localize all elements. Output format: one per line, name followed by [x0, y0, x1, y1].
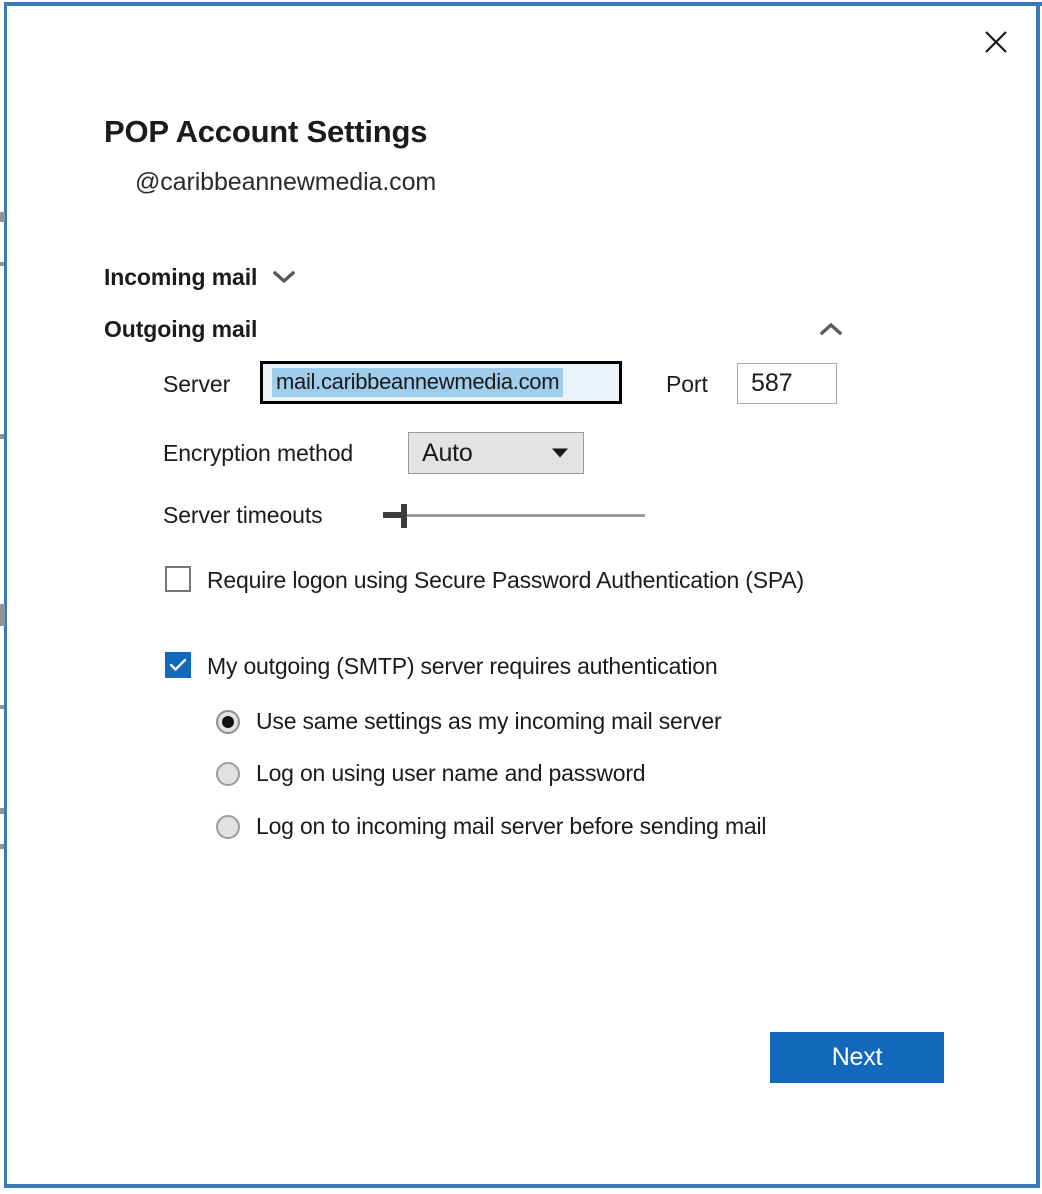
encryption-method-dropdown[interactable]: Auto	[408, 432, 584, 474]
section-header-incoming-mail[interactable]: Incoming mail	[104, 260, 844, 294]
radio-label-use-same-settings: Use same settings as my incoming mail se…	[256, 708, 722, 734]
port-input-value: 587	[751, 369, 793, 397]
radio-dot	[222, 715, 234, 728]
window-border-right	[1036, 2, 1040, 1188]
radio-log-on-user-password[interactable]: Log on using user name and password	[216, 760, 646, 787]
background-artifact	[0, 604, 5, 626]
close-icon[interactable]	[970, 18, 1022, 66]
chevron-up-icon[interactable]	[818, 316, 844, 342]
checkbox-smtp-requires-auth[interactable]: My outgoing (SMTP) server requires authe…	[165, 648, 865, 684]
port-input[interactable]: 587	[737, 363, 837, 404]
pop-account-settings-dialog: POP Account Settings @caribbeannewmedia.…	[0, 0, 1042, 1194]
radio-use-same-settings[interactable]: Use same settings as my incoming mail se…	[216, 708, 722, 735]
background-artifact	[0, 212, 5, 222]
radio-circle-unselected[interactable]	[216, 814, 240, 839]
radio-label-log-on-user-password: Log on using user name and password	[256, 760, 646, 786]
background-artifact	[0, 844, 4, 849]
account-email: @caribbeannewmedia.com	[135, 168, 437, 196]
checkbox-label-require-spa: Require logon using Secure Password Auth…	[207, 567, 804, 593]
dialog-content: POP Account Settings @caribbeannewmedia.…	[7, 6, 1036, 1184]
next-button[interactable]: Next	[770, 1032, 944, 1083]
section-label-outgoing-mail: Outgoing mail	[104, 315, 258, 342]
checkmark-icon	[169, 658, 187, 671]
server-input[interactable]: mail.caribbeannewmedia.com	[260, 361, 622, 404]
page-title: POP Account Settings	[104, 114, 428, 149]
radio-log-on-incoming-first[interactable]: Log on to incoming mail server before se…	[216, 813, 767, 840]
background-artifact	[0, 434, 4, 439]
background-artifact	[0, 705, 4, 709]
server-timeouts-label: Server timeouts	[163, 502, 323, 528]
chevron-down-icon[interactable]	[271, 264, 297, 290]
radio-label-log-on-incoming-first: Log on to incoming mail server before se…	[256, 813, 767, 839]
checkbox-require-spa[interactable]: Require logon using Secure Password Auth…	[165, 562, 865, 598]
background-artifact	[0, 262, 4, 266]
section-header-outgoing-mail[interactable]: Outgoing mail	[104, 312, 844, 346]
window-border-bottom	[4, 1184, 1040, 1188]
radio-circle-unselected[interactable]	[216, 761, 240, 786]
encryption-method-label: Encryption method	[163, 440, 354, 466]
server-timeouts-slider[interactable]	[383, 504, 645, 528]
encryption-method-value: Auto	[422, 438, 473, 467]
checkbox-label-smtp-requires-auth: My outgoing (SMTP) server requires authe…	[207, 653, 718, 679]
radio-circle-selected[interactable]	[216, 709, 240, 734]
checkbox-box-unchecked[interactable]	[165, 566, 191, 592]
port-label: Port	[666, 371, 708, 397]
slider-thumb[interactable]	[401, 504, 407, 528]
checkbox-box-checked[interactable]	[165, 652, 191, 678]
slider-track	[403, 514, 645, 517]
server-input-value: mail.caribbeannewmedia.com	[272, 368, 564, 397]
server-label: Server	[163, 371, 231, 397]
background-artifact	[0, 808, 4, 814]
section-label-incoming-mail: Incoming mail	[104, 263, 258, 290]
chevron-down-icon	[552, 448, 568, 458]
